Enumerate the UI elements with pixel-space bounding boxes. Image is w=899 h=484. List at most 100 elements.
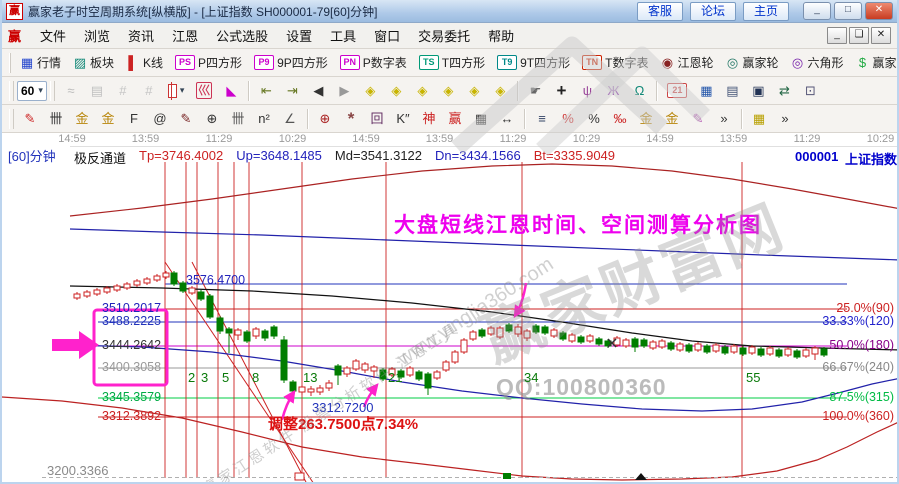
titlebar[interactable]: 赢 赢家老子时空周期系统[纵横版] - [上证指数 SH000001-79[60…: [2, 0, 897, 23]
t-square-button[interactable]: TS T四方形: [413, 52, 491, 73]
prev-bar-button[interactable]: ◀: [305, 81, 331, 100]
hand-tool-button[interactable]: ☛: [522, 81, 548, 100]
toolbar-grip: [9, 108, 14, 129]
mdi-minimize-button[interactable]: _: [827, 27, 847, 44]
first-bar-button[interactable]: ⇤: [253, 81, 279, 100]
titlebar-service-button[interactable]: 客服: [637, 1, 683, 21]
bars-3-icon[interactable]: #: [110, 81, 136, 100]
hexagon-button-glyph: ◎: [791, 55, 804, 70]
pct-drop-icon[interactable]: %: [555, 109, 581, 128]
titlebar-forum-button[interactable]: 论坛: [690, 1, 736, 21]
fib-count-label: 34: [524, 370, 539, 385]
titlebar-home-button[interactable]: 主页: [743, 1, 789, 21]
histogram-icon[interactable]: ◣: [218, 81, 244, 100]
menu-item-帮助[interactable]: 帮助: [479, 24, 523, 47]
calendar-button[interactable]: 21: [661, 81, 693, 100]
gold-time-icon[interactable]: 金: [69, 109, 95, 128]
p-number-table-button[interactable]: PN P数字表: [334, 52, 413, 73]
menu-item-江恩[interactable]: 江恩: [163, 24, 207, 47]
pct-icon[interactable]: %: [581, 109, 607, 128]
gold-eq-icon[interactable]: 金: [659, 109, 685, 128]
span-arrow-icon-glyph: ↔: [500, 111, 514, 126]
period-dropdown[interactable]: 60 ▾: [17, 80, 47, 101]
menu-item-窗口[interactable]: 窗口: [365, 24, 409, 47]
bar-count-icon[interactable]: 卌: [225, 109, 251, 128]
gann-move-left-button[interactable]: ◈: [357, 81, 383, 100]
save-button[interactable]: ▣: [745, 81, 771, 100]
note-icon[interactable]: ▤: [84, 81, 110, 100]
next-bar-button[interactable]: ▶: [331, 81, 357, 100]
menu-item-设置[interactable]: 设置: [277, 24, 321, 47]
k-mark-icon[interactable]: K″: [390, 109, 416, 128]
candle-style-dropdown[interactable]: ▾: [162, 81, 191, 100]
kline-button[interactable]: ▌ K线: [120, 52, 169, 73]
gann-tool-button[interactable]: Ж: [600, 81, 626, 100]
gann-compress-all-button[interactable]: ◈: [461, 81, 487, 100]
pct-line-icon[interactable]: ‰: [607, 109, 633, 128]
pen-tool-icon[interactable]: ✎: [17, 109, 43, 128]
minimize-button[interactable]: _: [803, 2, 831, 20]
stats-ladder-icon[interactable]: ≡: [529, 109, 555, 128]
mdi-restore-button[interactable]: ❏: [849, 27, 869, 44]
drawing-toolbar: ✎ 卌金金 F @ ✎ ⊕ 卌 n² ∠ ⊕ * 回 K″ 神赢 ▦ ↔ ≡%% ‰ 金金 ✎» ▦»: [2, 105, 897, 133]
t-number-table-button[interactable]: TN T数字表: [576, 52, 654, 73]
nine-t-square-button[interactable]: T9 9T四方形: [491, 52, 576, 73]
gann-compass-icon[interactable]: ⊕: [312, 109, 338, 128]
menu-item-公式选股[interactable]: 公式选股: [207, 24, 277, 47]
square-of-nine-icon[interactable]: 回: [364, 109, 390, 128]
span-arrow-icon[interactable]: ↔: [494, 109, 520, 128]
pattern-icon[interactable]: 巛: [190, 80, 218, 101]
gann-move-right-button[interactable]: ◈: [383, 81, 409, 100]
gann-wheel-small-icon[interactable]: *: [338, 109, 364, 128]
list-button[interactable]: ▤: [719, 81, 745, 100]
menu-item-工具[interactable]: 工具: [321, 24, 365, 47]
quotes-button[interactable]: ▦ 行情: [14, 52, 67, 73]
transfer-button[interactable]: ⇄: [771, 81, 797, 100]
menu-item-浏览[interactable]: 浏览: [75, 24, 119, 47]
menu-item-资讯[interactable]: 资讯: [119, 24, 163, 47]
spiral-icon[interactable]: @: [147, 109, 173, 128]
sectors-button[interactable]: ▨ 板块: [67, 52, 120, 73]
p-square-button[interactable]: PS P四方形: [169, 52, 248, 73]
fib-ruler-icon[interactable]: F: [121, 109, 147, 128]
print-button[interactable]: ⊡: [797, 81, 823, 100]
close-button[interactable]: ✕: [865, 2, 893, 20]
pct-icon-glyph: %: [588, 111, 600, 126]
bars-9-icon[interactable]: #: [136, 81, 162, 100]
n-square-icon[interactable]: n²: [251, 109, 277, 128]
menu-item-交易委托[interactable]: 交易委托: [409, 24, 479, 47]
analysis-tool-button[interactable]: Ω: [626, 81, 652, 100]
gold-price-icon[interactable]: 金: [95, 109, 121, 128]
more-draw-tools-button[interactable]: »: [711, 109, 737, 128]
gann-compress-h-button[interactable]: ◈: [435, 81, 461, 100]
time-ruler-icon[interactable]: 卌: [43, 109, 69, 128]
mdi-close-button[interactable]: ✕: [871, 27, 891, 44]
winner-wheel-button[interactable]: ◎ 赢家轮: [719, 52, 784, 73]
brush-icon[interactable]: ✎: [685, 109, 711, 128]
gann-expand-all-button[interactable]: ◈: [487, 81, 513, 100]
winner-service-button[interactable]: $ 赢家服务: [850, 52, 897, 73]
pin-tool-button[interactable]: ψ: [574, 81, 600, 100]
last-bar-button[interactable]: ⇥: [279, 81, 305, 100]
symbol-name: 上证指数: [845, 152, 898, 167]
angle-pen-icon[interactable]: ✎: [173, 109, 199, 128]
ying-tool-icon[interactable]: 赢: [442, 109, 468, 128]
cycle-circle-icon[interactable]: ⊕: [199, 109, 225, 128]
gann-expand-h-button[interactable]: ◈: [409, 81, 435, 100]
time-axis-label: 11:29: [793, 133, 821, 145]
menu-item-文件[interactable]: 文件: [31, 24, 75, 47]
grid-tool-icon[interactable]: ▦: [746, 109, 772, 128]
hexagon-button[interactable]: ◎ 六角形: [785, 52, 850, 73]
more-grid-tools-button[interactable]: »: [772, 109, 798, 128]
shen-tool-icon[interactable]: 神: [416, 109, 442, 128]
gann-wheel-button[interactable]: ◉ 江恩轮: [654, 52, 719, 73]
calculator-button[interactable]: ▦: [693, 81, 719, 100]
more-draw-tools-button-glyph: »: [720, 111, 728, 126]
mirror-angle-icon[interactable]: ∠: [277, 109, 303, 128]
gold-line-icon[interactable]: 金: [633, 109, 659, 128]
maximize-button[interactable]: □: [834, 2, 862, 20]
nine-p-square-button[interactable]: P9 9P四方形: [248, 52, 334, 73]
crosshair-tool-button[interactable]: +: [548, 81, 574, 100]
cloud-icon[interactable]: ≈: [58, 81, 84, 100]
measure-ruler-icon[interactable]: ▦: [468, 109, 494, 128]
